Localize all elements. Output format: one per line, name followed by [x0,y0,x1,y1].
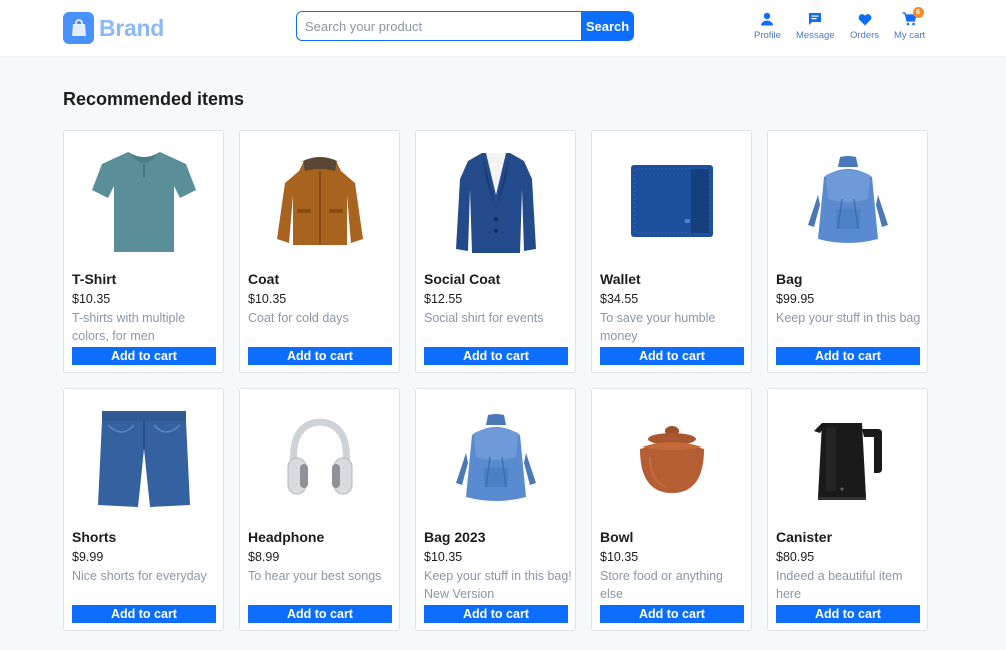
shopping-bag-icon [63,12,94,44]
product-description: Keep your stuff in this bag [776,311,921,325]
nav-profile[interactable]: Profile [754,11,781,41]
product-price: $10.35 [424,550,463,564]
product-card[interactable]: Bag 2023 $10.35 Keep your stuff in this … [415,388,576,631]
product-description: To hear your best songs [248,569,382,583]
add-to-cart-button[interactable]: Add to cart [600,347,744,365]
search-button[interactable]: Search [581,11,634,41]
product-card[interactable]: Wallet $34.55 To save your humble money … [591,130,752,373]
product-name: Shorts [72,529,117,545]
add-to-cart-button[interactable]: Add to cart [776,347,920,365]
product-name: Bag [776,271,803,287]
product-price: $80.95 [776,550,815,564]
product-name: Social Coat [424,271,501,287]
product-description: Nice shorts for everyday [72,569,207,583]
product-name: Bowl [600,529,634,545]
product-card[interactable]: Social Coat $12.55 Social shirt for even… [415,130,576,373]
add-to-cart-button[interactable]: Add to cart [424,605,568,623]
nav-cart[interactable]: 6 My cart [894,7,926,41]
product-name: T-Shirt [72,271,117,287]
nav-label: Message [796,30,835,41]
backpack-image [776,139,920,263]
product-price: $9.99 [72,550,104,564]
product-description: Keep your stuff in this bag! New Version [424,569,572,601]
product-price: $10.35 [72,292,111,306]
brand-name: Brand [99,14,164,41]
product-price: $10.35 [248,292,287,306]
add-to-cart-button[interactable]: Add to cart [600,605,744,623]
message-icon [807,11,823,27]
product-price: $10.35 [600,550,639,564]
search-input[interactable] [296,11,581,41]
tshirt-image [72,139,216,263]
nav-message[interactable]: Message [796,11,835,41]
kettle-image [776,397,920,521]
add-to-cart-button[interactable]: Add to cart [72,347,216,365]
bowl-image [600,397,744,521]
coat-image [248,139,392,263]
product-card[interactable]: Bag $99.95 Keep your stuff in this bag A… [767,130,928,373]
add-to-cart-button[interactable]: Add to cart [424,347,568,365]
product-price: $12.55 [424,292,463,306]
product-description: T-shirts with multiple colors, for men [72,311,186,343]
product-card[interactable]: Shorts $9.99 Nice shorts for everyday Ad… [63,388,224,631]
product-name: Wallet [600,271,641,287]
add-to-cart-button[interactable]: Add to cart [72,605,216,623]
product-name: Coat [248,271,280,287]
heart-icon [857,11,873,27]
nav-label: Orders [850,30,880,41]
section-title: Recommended items [63,89,245,109]
product-card[interactable]: T-Shirt $10.35 T-shirts with multiple co… [63,130,224,373]
product-description: To save your humble money [600,311,716,343]
product-grid: T-Shirt $10.35 T-shirts with multiple co… [63,130,928,631]
cart-icon: 6 [902,7,924,27]
product-price: $34.55 [600,292,639,306]
nav-label: My cart [894,30,926,41]
brand-logo-link[interactable]: Brand [63,12,164,44]
nav-orders[interactable]: Orders [850,11,879,41]
nav-label: Profile [754,30,781,41]
shorts-image [72,397,216,521]
product-description: Store food or anything else [600,569,723,601]
backpack-image [424,397,568,521]
product-price: $99.95 [776,292,815,306]
product-description: Coat for cold days [248,311,349,325]
product-description: Social shirt for events [424,311,544,325]
product-price: $8.99 [248,550,280,564]
cart-count-badge: 6 [912,7,924,18]
user-icon [759,11,775,27]
search-bar: Search [296,11,634,41]
add-to-cart-button[interactable]: Add to cart [248,605,392,623]
product-card[interactable]: Coat $10.35 Coat for cold days Add to ca… [239,130,400,373]
blazer-image [424,139,568,263]
add-to-cart-button[interactable]: Add to cart [776,605,920,623]
product-card[interactable]: Canister $80.95 Indeed a beautiful item … [767,388,928,631]
product-description: Indeed a beautiful item here [776,569,903,601]
headphone-image [248,397,392,521]
add-to-cart-button[interactable]: Add to cart [248,347,392,365]
product-name: Headphone [248,529,325,545]
product-card[interactable]: Bowl $10.35 Store food or anything else … [591,388,752,631]
wallet-image [600,139,744,263]
header: Brand Search Profile Message Orders 6 My… [0,0,1006,57]
product-card[interactable]: Headphone $8.99 To hear your best songs … [239,388,400,631]
product-name: Canister [776,529,833,545]
product-name: Bag 2023 [424,529,486,545]
